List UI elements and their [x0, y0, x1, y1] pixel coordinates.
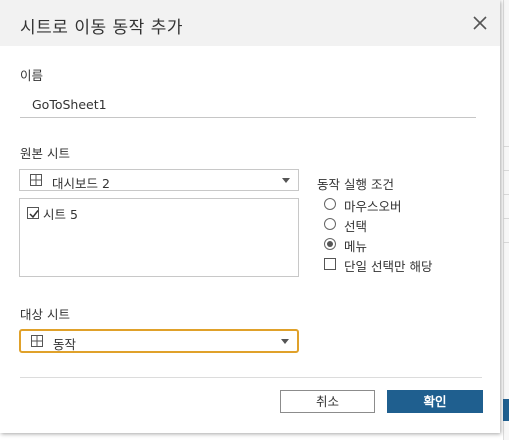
- cancel-button[interactable]: 취소: [280, 390, 375, 413]
- grid-icon: [31, 335, 43, 347]
- dropdown-arrow-icon: [281, 339, 289, 344]
- name-input[interactable]: [20, 92, 476, 118]
- trigger-option-label: 마우스오버: [344, 199, 402, 214]
- dropdown-arrow-icon: [282, 178, 290, 183]
- footer-divider: [20, 377, 482, 378]
- dialog-titlebar: 시트로 이동 동작 추가: [0, 0, 500, 46]
- ok-button[interactable]: 확인: [387, 390, 483, 413]
- background-button: [503, 399, 509, 421]
- sheet-checkbox[interactable]: [27, 207, 39, 219]
- name-label: 이름: [20, 68, 44, 83]
- add-go-to-sheet-action-dialog: 시트로 이동 동작 추가 이름 원본 시트 대시보드 2 시트 5 동작 실행: [0, 0, 500, 433]
- checkmark-icon: [29, 210, 39, 219]
- source-sheet-selected: 대시보드 2: [52, 176, 110, 191]
- trigger-label: 동작 실행 조건: [317, 177, 394, 192]
- dialog-title: 시트로 이동 동작 추가: [20, 18, 183, 38]
- trigger-option-label: 선택: [344, 219, 368, 234]
- background-divider: [503, 242, 509, 243]
- sheet-item-label: 시트 5: [43, 207, 78, 222]
- target-sheet-label: 대상 시트: [20, 307, 70, 322]
- source-sheets-label: 원본 시트: [20, 146, 70, 161]
- background-divider: [503, 146, 509, 147]
- target-sheet-selected: 동작: [53, 337, 77, 352]
- background-divider: [503, 218, 509, 219]
- radio-button[interactable]: [324, 198, 336, 210]
- single-select-label: 단일 선택만 해당: [344, 259, 433, 274]
- background-divider: [503, 194, 509, 195]
- grid-icon: [30, 174, 42, 186]
- single-select-checkbox[interactable]: [324, 258, 336, 270]
- target-sheet-dropdown[interactable]: 동작: [19, 329, 299, 353]
- close-icon[interactable]: [470, 13, 490, 33]
- trigger-option-label: 메뉴: [344, 239, 368, 254]
- background-divider: [503, 170, 509, 171]
- radio-button[interactable]: [324, 218, 336, 230]
- background-app-edge: [503, 0, 509, 440]
- radio-dot: [327, 241, 333, 247]
- source-sheet-dropdown[interactable]: 대시보드 2: [19, 169, 299, 191]
- radio-button-selected[interactable]: [324, 238, 336, 250]
- source-sheet-list: 시트 5: [19, 198, 299, 277]
